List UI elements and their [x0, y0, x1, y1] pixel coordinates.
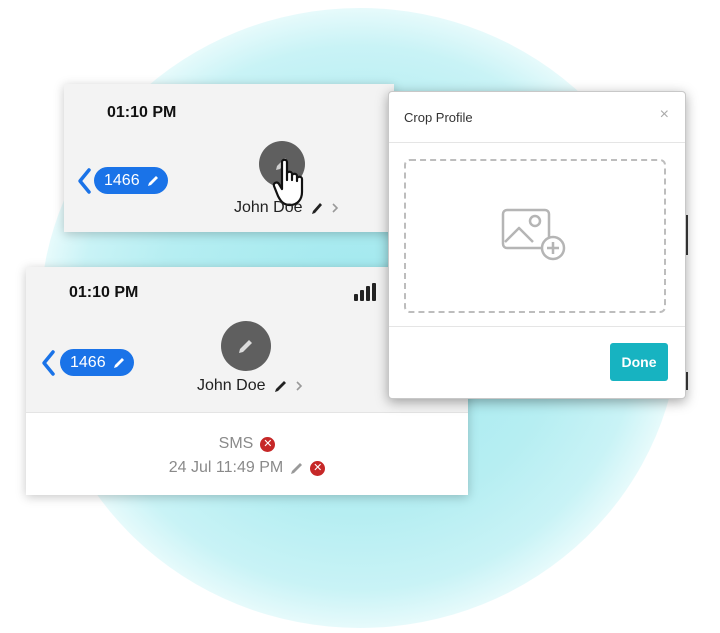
modal-title: Crop Profile: [404, 110, 473, 125]
add-image-icon: [501, 208, 566, 261]
contact-count-pill[interactable]: 1466: [94, 167, 168, 194]
status-time: 01:10 PM: [107, 104, 177, 121]
back-chevron-icon[interactable]: [76, 167, 92, 195]
edit-pencil-icon[interactable]: [290, 461, 303, 475]
back-chevron-icon[interactable]: [40, 349, 56, 377]
contact-count: 1466: [104, 172, 140, 189]
contact-count: 1466: [70, 354, 106, 371]
contact-header-card-top: 01:10 PM 1466 John Doe: [64, 84, 394, 232]
edit-pencil-icon[interactable]: [311, 201, 323, 215]
edit-pencil-icon: [113, 357, 124, 368]
signal-icon: [354, 283, 376, 301]
avatar[interactable]: [221, 321, 271, 371]
status-time: 01:10 PM: [69, 284, 139, 301]
modal-header: Crop Profile ×: [389, 92, 685, 143]
edit-pencil-icon[interactable]: [274, 379, 287, 393]
modal-divider: [389, 326, 685, 327]
chevron-right-icon[interactable]: [331, 202, 339, 214]
done-button[interactable]: Done: [610, 343, 668, 381]
image-dropzone[interactable]: [404, 159, 666, 313]
contact-name-row[interactable]: John Doe: [234, 199, 339, 217]
contact-name-row[interactable]: John Doe: [197, 377, 303, 395]
crop-profile-modal: Crop Profile × Done: [388, 91, 686, 399]
delete-icon[interactable]: ✕: [260, 436, 276, 452]
message-type: SMS: [218, 435, 254, 452]
delete-icon[interactable]: ✕: [310, 460, 326, 476]
contact-name: John Doe: [197, 377, 266, 394]
contact-count-pill[interactable]: 1466: [60, 349, 134, 376]
contact-name: John Doe: [234, 199, 303, 216]
message-type-row: SMS ✕: [26, 435, 468, 453]
message-timestamp-row: 24 Jul 11:49 PM ✕: [26, 459, 468, 477]
edit-pencil-icon: [147, 175, 158, 186]
avatar-edit-icon: [239, 340, 252, 353]
chevron-right-icon[interactable]: [295, 380, 303, 392]
message-timestamp: 24 Jul 11:49 PM: [168, 459, 284, 476]
close-icon[interactable]: ×: [660, 106, 669, 124]
